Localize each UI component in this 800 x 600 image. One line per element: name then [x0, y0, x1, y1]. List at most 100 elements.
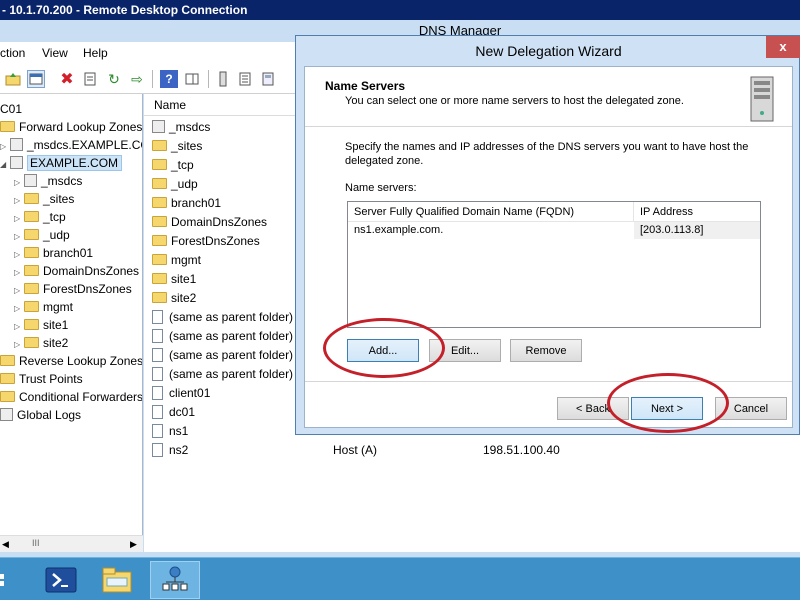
- tree-item-msdcs[interactable]: ▷ _msdcs: [14, 172, 82, 190]
- records-icon[interactable]: [236, 70, 254, 88]
- tree-item-msdcs-zone[interactable]: ▷ _msdcs.EXAMPLE.CC: [0, 136, 142, 154]
- table-row[interactable]: ns1.example.com. [203.0.113.8]: [348, 222, 760, 239]
- export-list-icon[interactable]: ⇨: [128, 70, 146, 88]
- column-name-header[interactable]: Name: [154, 98, 186, 112]
- folder-icon: [24, 301, 39, 312]
- folder-icon: [24, 283, 39, 294]
- up-folder-icon[interactable]: [4, 70, 22, 88]
- tree-horizontal-scrollbar[interactable]: ◀ III ▶: [0, 535, 143, 552]
- tree-item-forestdnszones[interactable]: ▷ ForestDnsZones: [14, 280, 132, 298]
- tree-item-site2[interactable]: ▷ site2: [14, 334, 68, 352]
- folder-icon: [24, 193, 39, 204]
- collapse-arrow-icon[interactable]: ◢: [0, 156, 10, 174]
- refresh-icon[interactable]: ↻: [105, 70, 123, 88]
- remove-button[interactable]: Remove: [510, 339, 582, 362]
- tree-item-site1[interactable]: ▷ site1: [14, 316, 68, 334]
- scroll-left-icon[interactable]: ◀: [2, 539, 9, 550]
- ip-cell: [203.0.113.8]: [634, 222, 760, 239]
- tree-item-label: C01: [0, 102, 23, 116]
- menu-action[interactable]: ction: [0, 46, 25, 60]
- tree-item-label: site2: [43, 336, 69, 350]
- zone-icon: [10, 138, 23, 151]
- list-item[interactable]: (same as parent folder): [152, 365, 293, 383]
- tree-item-reverse-lookup-zones[interactable]: Reverse Lookup Zones: [0, 352, 142, 370]
- close-button[interactable]: x: [766, 36, 800, 58]
- tree-item-udp[interactable]: ▷ _udp: [14, 226, 70, 244]
- properties-icon[interactable]: [81, 70, 99, 88]
- powershell-icon[interactable]: [36, 561, 86, 599]
- list-item[interactable]: ns2: [152, 441, 188, 459]
- folder-icon: [24, 229, 39, 240]
- list-item[interactable]: _tcp: [152, 156, 194, 174]
- server-list-icon[interactable]: [214, 70, 232, 88]
- annotation-circle-next: [607, 373, 729, 433]
- show-hide-tree-icon[interactable]: [27, 70, 45, 88]
- scroll-right-icon[interactable]: ▶: [130, 539, 137, 550]
- file-explorer-icon[interactable]: [92, 561, 142, 599]
- tree-item-label: site1: [43, 318, 69, 332]
- tree-item-branch01[interactable]: ▷ branch01: [14, 244, 93, 262]
- delete-icon[interactable]: ✖: [58, 70, 76, 88]
- folder-icon: [0, 355, 15, 366]
- list-item[interactable]: (same as parent folder): [152, 346, 293, 364]
- list-item[interactable]: client01: [152, 384, 210, 402]
- list-item-data: 198.51.100.40: [483, 443, 560, 457]
- list-item-name: mgmt: [171, 253, 201, 267]
- tree-item-global-logs[interactable]: Global Logs: [0, 406, 81, 424]
- list-item[interactable]: _sites: [152, 137, 202, 155]
- list-item[interactable]: ns1: [152, 422, 188, 440]
- tree-item-server[interactable]: C01: [0, 100, 22, 118]
- list-item-name: _sites: [171, 139, 203, 153]
- list-item-name: _tcp: [171, 158, 194, 172]
- list-item[interactable]: site2: [152, 289, 196, 307]
- tree-item-label: Forward Lookup Zones: [19, 120, 143, 134]
- list-item-name: client01: [169, 386, 211, 400]
- list-item[interactable]: _udp: [152, 175, 198, 193]
- list-item[interactable]: DomainDnsZones: [152, 213, 267, 231]
- list-item[interactable]: mgmt: [152, 251, 201, 269]
- folder-icon: [152, 178, 167, 189]
- tree-item-example-com[interactable]: ◢ EXAMPLE.COM: [0, 154, 123, 174]
- list-item[interactable]: _msdcs: [152, 118, 210, 136]
- list-item[interactable]: site1: [152, 270, 196, 288]
- tree-item-domaindnszones[interactable]: ▷ DomainDnsZones: [14, 262, 139, 280]
- toolbar-separator: [152, 70, 153, 88]
- record-icon: [152, 367, 163, 381]
- list-item-name: (same as parent folder): [169, 329, 294, 343]
- column-fqdn-header[interactable]: Server Fully Qualified Domain Name (FQDN…: [354, 206, 574, 218]
- tree-item-label: mgmt: [43, 300, 73, 314]
- tree-item-trust-points[interactable]: Trust Points: [0, 370, 83, 388]
- rdp-title: - 10.1.70.200 - Remote Desktop Connectio…: [2, 3, 248, 17]
- tree-item-forward-lookup-zones[interactable]: Forward Lookup Zones: [0, 118, 142, 136]
- tree-item-label: _msdcs: [41, 174, 83, 188]
- name-servers-table: Server Fully Qualified Domain Name (FQDN…: [347, 201, 761, 328]
- console-tree: C01 Forward Lookup Zones ▷ _msdcs.EXAMPLE…: [0, 94, 143, 535]
- start-button[interactable]: [0, 561, 10, 599]
- scroll-grip[interactable]: III: [32, 538, 40, 548]
- tree-item-mgmt[interactable]: ▷ mgmt: [14, 298, 73, 316]
- folder-icon: [152, 140, 167, 151]
- list-item[interactable]: (same as parent folder): [152, 327, 293, 345]
- menu-view[interactable]: View: [42, 46, 68, 60]
- list-item[interactable]: branch01: [152, 194, 221, 212]
- footer-divider: [305, 381, 792, 382]
- list-item[interactable]: ForestDnsZones: [152, 232, 260, 250]
- wizard-header: Name Servers You can select one or more …: [305, 67, 792, 127]
- page-subheading: You can select one or more name servers …: [345, 95, 684, 107]
- help-icon[interactable]: ?: [160, 70, 178, 88]
- dns-manager-taskbar-icon[interactable]: [150, 561, 200, 599]
- show-action-pane-icon[interactable]: [183, 70, 201, 88]
- name-servers-label: Name servers:: [345, 182, 417, 194]
- tree-item-conditional-forwarders[interactable]: Conditional Forwarders: [0, 388, 142, 406]
- record-icon: [152, 310, 163, 324]
- zone-icon[interactable]: [259, 70, 277, 88]
- column-ip-header[interactable]: IP Address: [640, 206, 693, 218]
- list-item[interactable]: (same as parent folder): [152, 308, 293, 326]
- tree-item-sites[interactable]: ▷ _sites: [14, 190, 74, 208]
- folder-icon: [152, 235, 167, 246]
- menu-help[interactable]: Help: [83, 46, 108, 60]
- folder-icon: [0, 391, 15, 402]
- list-item[interactable]: dc01: [152, 403, 195, 421]
- tree-item-tcp[interactable]: ▷ _tcp: [14, 208, 66, 226]
- folder-icon: [152, 216, 167, 227]
